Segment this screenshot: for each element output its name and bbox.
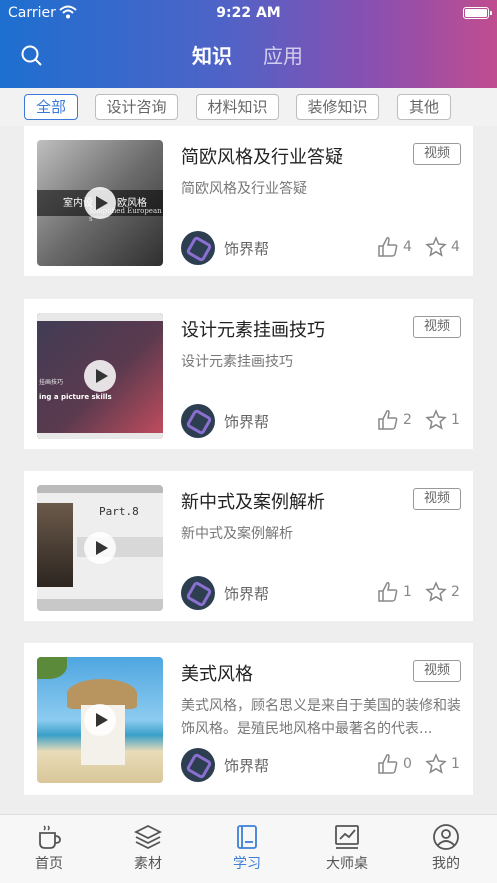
list-item[interactable]: Part.8 新中式及案例解析 视频 新中式及案例解析 饰界帮 1 2: [24, 471, 473, 621]
tab-learn-label: 学习: [233, 856, 261, 872]
card-title[interactable]: 简欧风格及行业答疑: [181, 143, 343, 169]
like-button[interactable]: 4: [377, 236, 417, 258]
thumb-text: Part.8: [99, 505, 139, 518]
author-name[interactable]: 饰界帮: [224, 411, 269, 432]
like-button[interactable]: 2: [377, 409, 417, 431]
like-button[interactable]: 1: [377, 581, 417, 603]
tab-apps[interactable]: 应用: [263, 40, 303, 69]
thumbs-up-icon: [378, 582, 398, 602]
author-name[interactable]: 饰界帮: [224, 238, 269, 259]
list-item[interactable]: 挂画技巧 ing a picture skills 设计元素挂画技巧 视频 设计…: [24, 299, 473, 449]
filter-bar: 全部 设计咨询 材料知识 装修知识 其他: [0, 88, 497, 126]
tab-profile-label: 我的: [432, 856, 460, 872]
search-icon[interactable]: [20, 44, 44, 68]
card-title[interactable]: 设计元素挂画技巧: [181, 316, 325, 342]
battery-icon: [463, 7, 492, 19]
filter-material[interactable]: 材料知识: [196, 94, 279, 120]
video-thumbnail[interactable]: [37, 657, 163, 783]
coffee-cup-icon: [39, 825, 61, 849]
favorite-count: 2: [451, 584, 460, 600]
favorite-button[interactable]: 4: [425, 236, 465, 258]
filter-decoration[interactable]: 装修知识: [296, 94, 379, 120]
card-desc: 简欧风格及行业答疑: [181, 181, 307, 197]
tab-home[interactable]: 首页: [19, 823, 79, 873]
status-bar: Carrier 9:22 AM: [0, 4, 497, 24]
tab-materials[interactable]: 素材: [118, 823, 178, 873]
play-icon[interactable]: [84, 532, 116, 564]
play-icon[interactable]: [84, 187, 116, 219]
thumbs-up-icon: [378, 410, 398, 430]
header: Carrier 9:22 AM 知识 应用: [0, 0, 497, 88]
play-icon[interactable]: [84, 704, 116, 736]
list-item[interactable]: 美式风格 视频 美式风格，顾名思义是来自于美国的装修和装饰风格。是殖民地风格中最…: [24, 643, 473, 795]
star-icon: [425, 409, 447, 430]
star-icon: [425, 753, 447, 774]
avatar[interactable]: [181, 404, 215, 438]
author-name[interactable]: 饰界帮: [224, 755, 269, 776]
type-badge: 视频: [413, 316, 461, 338]
avatar[interactable]: [181, 748, 215, 782]
thumb-text: ing a picture skills: [39, 393, 112, 401]
filter-all[interactable]: 全部: [24, 94, 78, 120]
avatar[interactable]: [181, 576, 215, 610]
video-thumbnail[interactable]: 挂画技巧 ing a picture skills: [37, 313, 163, 439]
status-time: 9:22 AM: [216, 5, 281, 21]
avatar[interactable]: [181, 231, 215, 265]
favorite-count: 1: [451, 412, 460, 428]
thumbs-up-icon: [378, 754, 398, 774]
favorite-count: 4: [451, 239, 460, 255]
card-title[interactable]: 美式风格: [181, 660, 253, 686]
star-icon: [425, 581, 447, 602]
video-thumbnail[interactable]: 室内设 欧风格 Simplified European s: [37, 140, 163, 266]
filter-other[interactable]: 其他: [397, 94, 451, 120]
tab-home-label: 首页: [35, 856, 63, 872]
like-count: 0: [403, 756, 412, 772]
card-desc: 美式风格，顾名思义是来自于美国的装修和装饰风格。是殖民地风格中最著名的代表...: [181, 698, 461, 737]
thumb-text: 挂画技巧: [39, 379, 64, 386]
card-title[interactable]: 新中式及案例解析: [181, 488, 325, 514]
tab-master[interactable]: 大师桌: [317, 823, 377, 873]
tab-knowledge[interactable]: 知识: [192, 40, 232, 69]
tab-master-label: 大师桌: [326, 856, 368, 872]
tab-materials-label: 素材: [134, 856, 162, 872]
list-item[interactable]: 室内设 欧风格 Simplified European s 简欧风格及行业答疑 …: [24, 126, 473, 276]
thumbs-up-icon: [378, 237, 398, 257]
favorite-button[interactable]: 1: [425, 753, 465, 775]
user-icon: [433, 824, 459, 850]
play-icon[interactable]: [84, 360, 116, 392]
like-count: 2: [403, 412, 412, 428]
card-desc: 设计元素挂画技巧: [181, 354, 293, 370]
like-count: 4: [403, 239, 412, 255]
tab-profile[interactable]: 我的: [416, 823, 476, 873]
like-button[interactable]: 0: [377, 753, 417, 775]
card-desc: 新中式及案例解析: [181, 526, 293, 542]
tab-learn[interactable]: 学习: [217, 823, 277, 873]
chart-board-icon: [335, 825, 359, 849]
favorite-count: 1: [451, 756, 460, 772]
like-count: 1: [403, 584, 412, 600]
type-badge: 视频: [413, 660, 461, 682]
bottom-tab-bar: 首页 素材 学习 大师桌 我的: [0, 814, 497, 883]
favorite-button[interactable]: 1: [425, 409, 465, 431]
layers-icon: [134, 824, 162, 850]
star-icon: [425, 236, 447, 257]
type-badge: 视频: [413, 143, 461, 165]
filter-design-consult[interactable]: 设计咨询: [95, 94, 178, 120]
book-icon: [237, 825, 257, 849]
favorite-button[interactable]: 2: [425, 581, 465, 603]
content-list: 室内设 欧风格 Simplified European s 简欧风格及行业答疑 …: [0, 126, 497, 814]
type-badge: 视频: [413, 488, 461, 510]
author-name[interactable]: 饰界帮: [224, 583, 269, 604]
video-thumbnail[interactable]: Part.8: [37, 485, 163, 611]
